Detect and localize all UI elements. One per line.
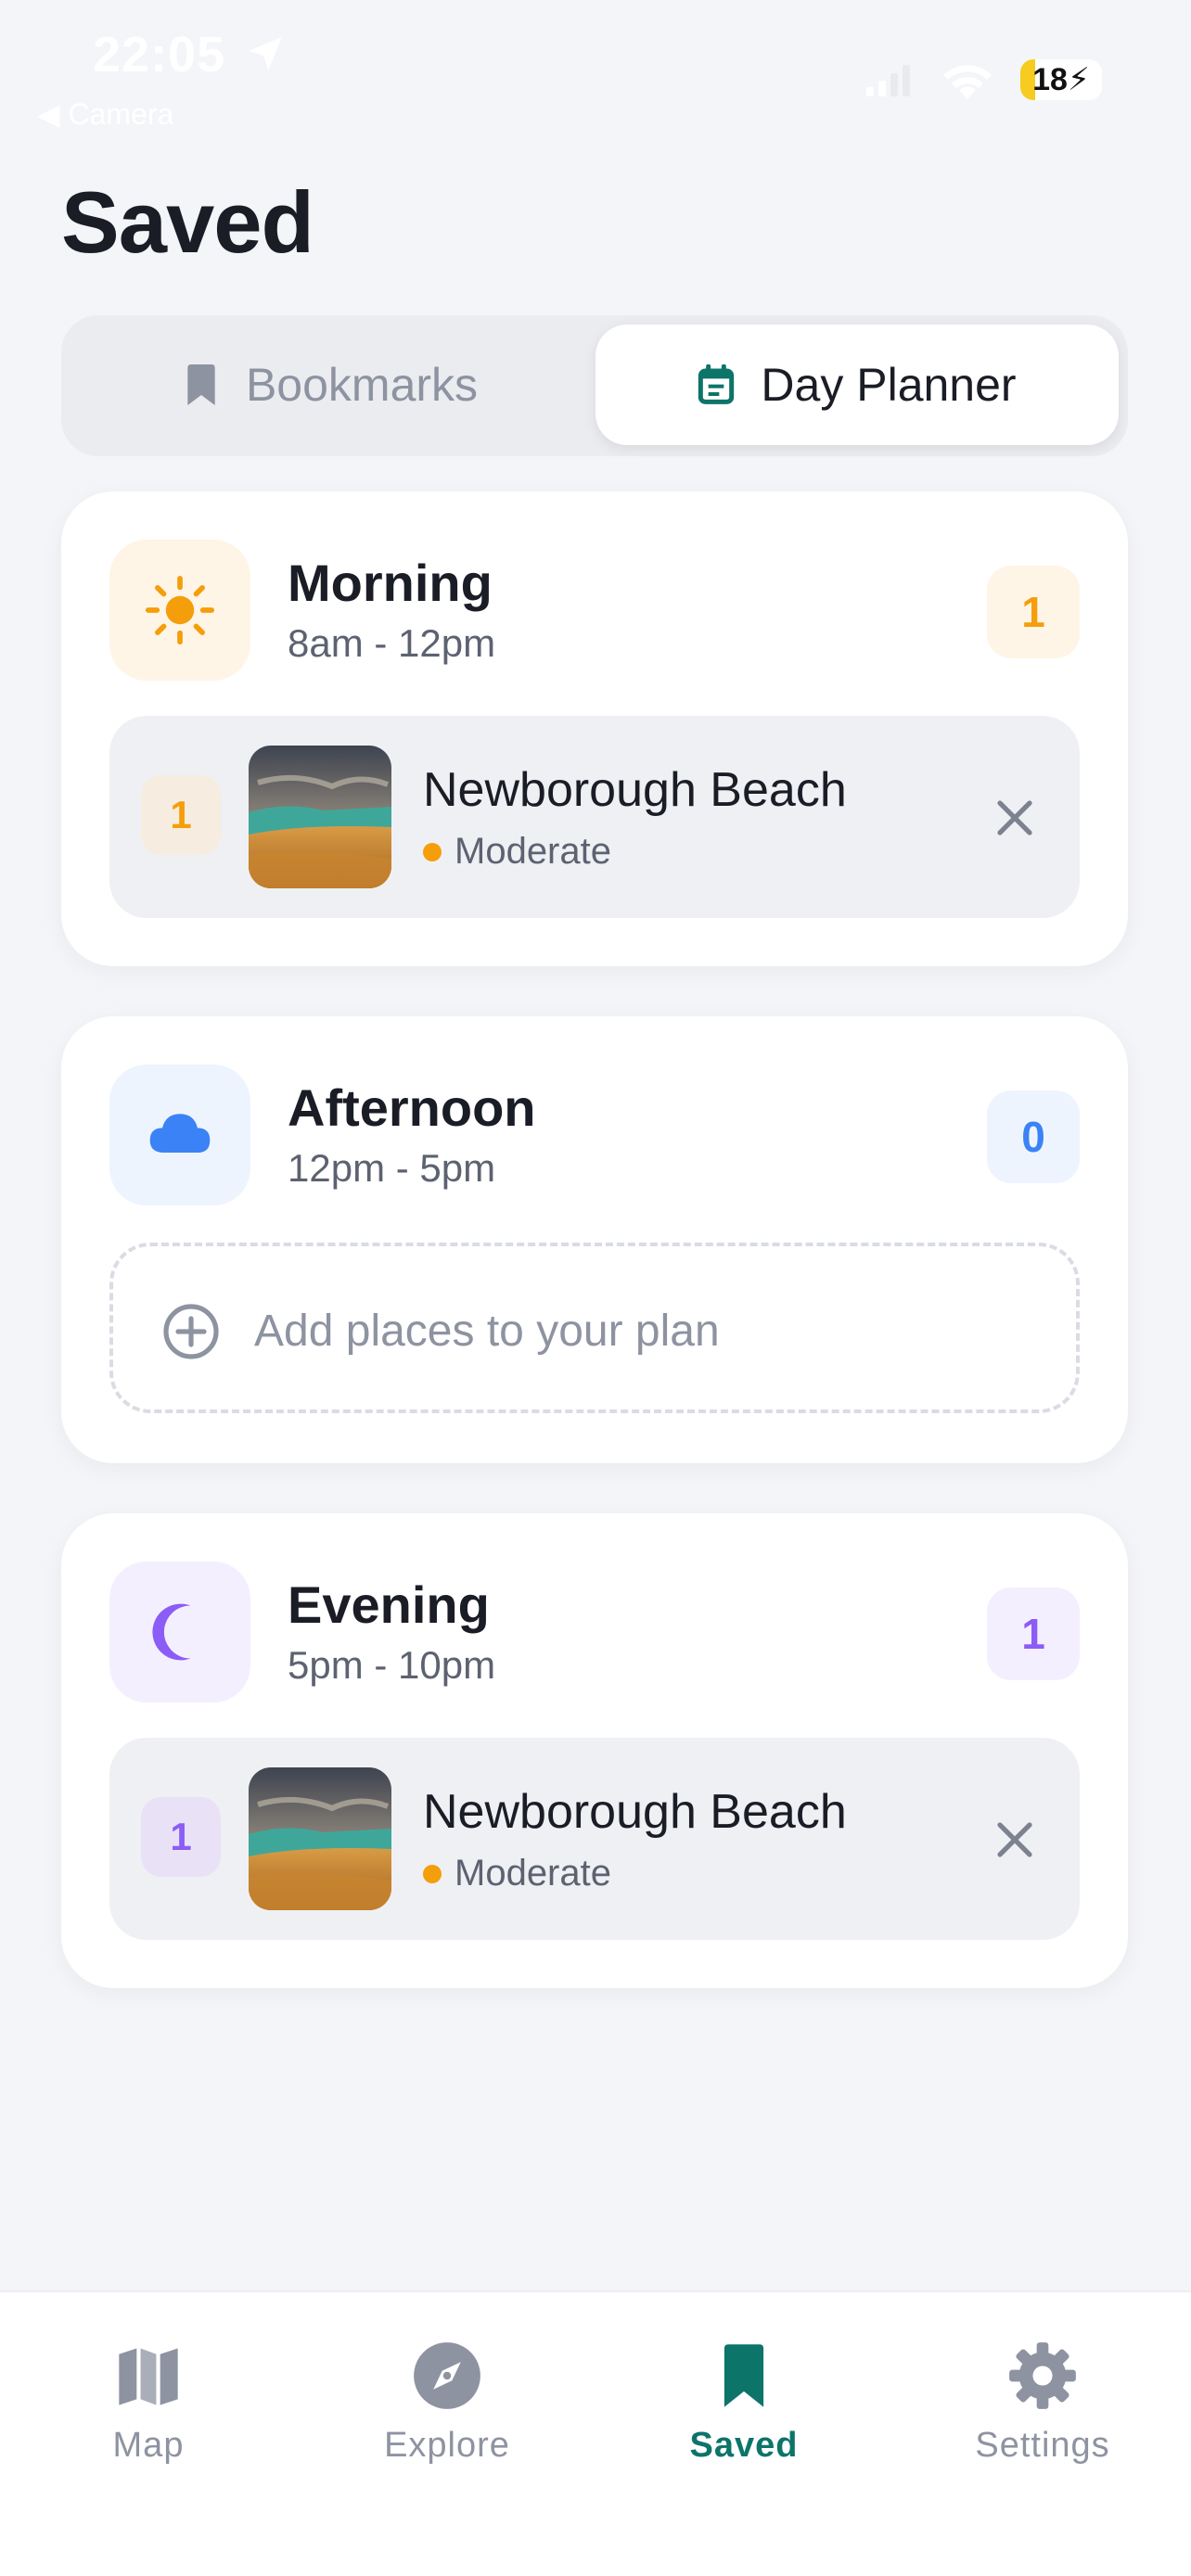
beach-photo <box>249 746 391 888</box>
tab-bookmarks[interactable]: Bookmarks <box>70 325 590 445</box>
status-time: 22:05 <box>93 27 226 83</box>
bookmark-icon <box>187 364 215 405</box>
add-places-label: Add places to your plan <box>254 1307 720 1356</box>
sun-icon <box>145 575 215 645</box>
morning-count-badge: 1 <box>987 566 1080 658</box>
add-circle-icon <box>163 1304 219 1359</box>
bookmark-icon <box>724 2344 764 2407</box>
difficulty-dot <box>423 842 442 861</box>
evening-time-range: 5pm - 10pm <box>288 1643 496 1687</box>
nav-explore-label: Explore <box>384 2426 510 2465</box>
tab-day-planner[interactable]: Day Planner <box>596 325 1119 445</box>
tab-bookmarks-label: Bookmarks <box>245 359 479 411</box>
page-title: Saved <box>61 173 314 271</box>
place-order-badge: 1 <box>141 1797 221 1877</box>
difficulty-dot <box>423 1864 442 1883</box>
evening-place-item[interactable]: 1 Newborough Beach Moderate <box>109 1738 1080 1940</box>
morning-time-range: 8am - 12pm <box>288 621 496 665</box>
evening-section: Evening 5pm - 10pm 1 1 Newborough Beach … <box>61 1513 1128 1988</box>
morning-title: Morning <box>288 554 493 612</box>
saved-screen: 22:05 ◀ Camera 18 ⚡ Saved Bookmarks Day … <box>0 0 1191 2576</box>
nav-saved[interactable]: Saved <box>633 2340 855 2480</box>
status-indicators: 18 ⚡ <box>866 52 1102 108</box>
evening-icon-tile <box>109 1562 250 1702</box>
afternoon-time-range: 12pm - 5pm <box>288 1146 496 1190</box>
afternoon-title: Afternoon <box>288 1078 536 1137</box>
place-thumbnail <box>249 746 391 888</box>
beach-photo <box>249 1767 391 1910</box>
place-difficulty: Moderate <box>423 1853 611 1894</box>
moon-icon <box>152 1603 191 1661</box>
morning-place-item[interactable]: 1 Newborough Beach Moderate <box>109 716 1080 918</box>
bottom-tab-bar: Map Explore Saved Settings <box>0 2290 1191 2576</box>
difficulty-label: Moderate <box>455 831 611 872</box>
place-thumbnail <box>249 1767 391 1910</box>
nav-saved-label: Saved <box>689 2426 799 2465</box>
nav-map[interactable]: Map <box>37 2340 260 2480</box>
remove-place-button[interactable] <box>987 790 1043 846</box>
morning-section: Morning 8am - 12pm 1 1 Newborough Beach … <box>61 491 1128 966</box>
evening-count-badge: 1 <box>987 1588 1080 1680</box>
place-difficulty: Moderate <box>423 831 611 873</box>
morning-icon-tile <box>109 540 250 681</box>
map-icon <box>119 2348 178 2405</box>
nav-map-label: Map <box>112 2426 185 2465</box>
remove-place-button[interactable] <box>987 1812 1043 1868</box>
place-order-badge: 1 <box>141 775 221 855</box>
afternoon-icon-tile <box>109 1065 250 1205</box>
battery-indicator: 18 ⚡ <box>1020 59 1102 100</box>
compass-icon <box>414 2342 480 2409</box>
afternoon-section: Afternoon 12pm - 5pm 0 Add places to you… <box>61 1016 1128 1463</box>
gear-icon <box>1009 2342 1076 2409</box>
cloud-icon <box>149 1114 211 1153</box>
place-name: Newborough Beach <box>423 763 847 817</box>
nav-settings[interactable]: Settings <box>931 2340 1154 2480</box>
saved-view-switcher: Bookmarks Day Planner <box>61 315 1128 456</box>
status-bar: 22:05 ◀ Camera 18 ⚡ <box>0 0 1191 139</box>
battery-percentage: 18 <box>1032 61 1068 97</box>
cellular-signal-icon <box>866 65 910 96</box>
wifi-icon <box>943 65 992 99</box>
difficulty-label: Moderate <box>455 1853 611 1894</box>
add-places-button[interactable]: Add places to your plan <box>109 1243 1080 1413</box>
tab-day-planner-label: Day Planner <box>761 359 1017 411</box>
location-arrow-icon <box>249 37 282 70</box>
nav-explore[interactable]: Explore <box>336 2340 558 2480</box>
evening-title: Evening <box>288 1575 490 1634</box>
afternoon-count-badge: 0 <box>987 1090 1080 1183</box>
back-to-camera-link[interactable]: ◀ Camera <box>37 96 173 132</box>
place-name: Newborough Beach <box>423 1785 847 1839</box>
nav-settings-label: Settings <box>975 2426 1110 2465</box>
calendar-icon <box>698 364 735 404</box>
charging-bolt-icon: ⚡ <box>1067 62 1090 97</box>
